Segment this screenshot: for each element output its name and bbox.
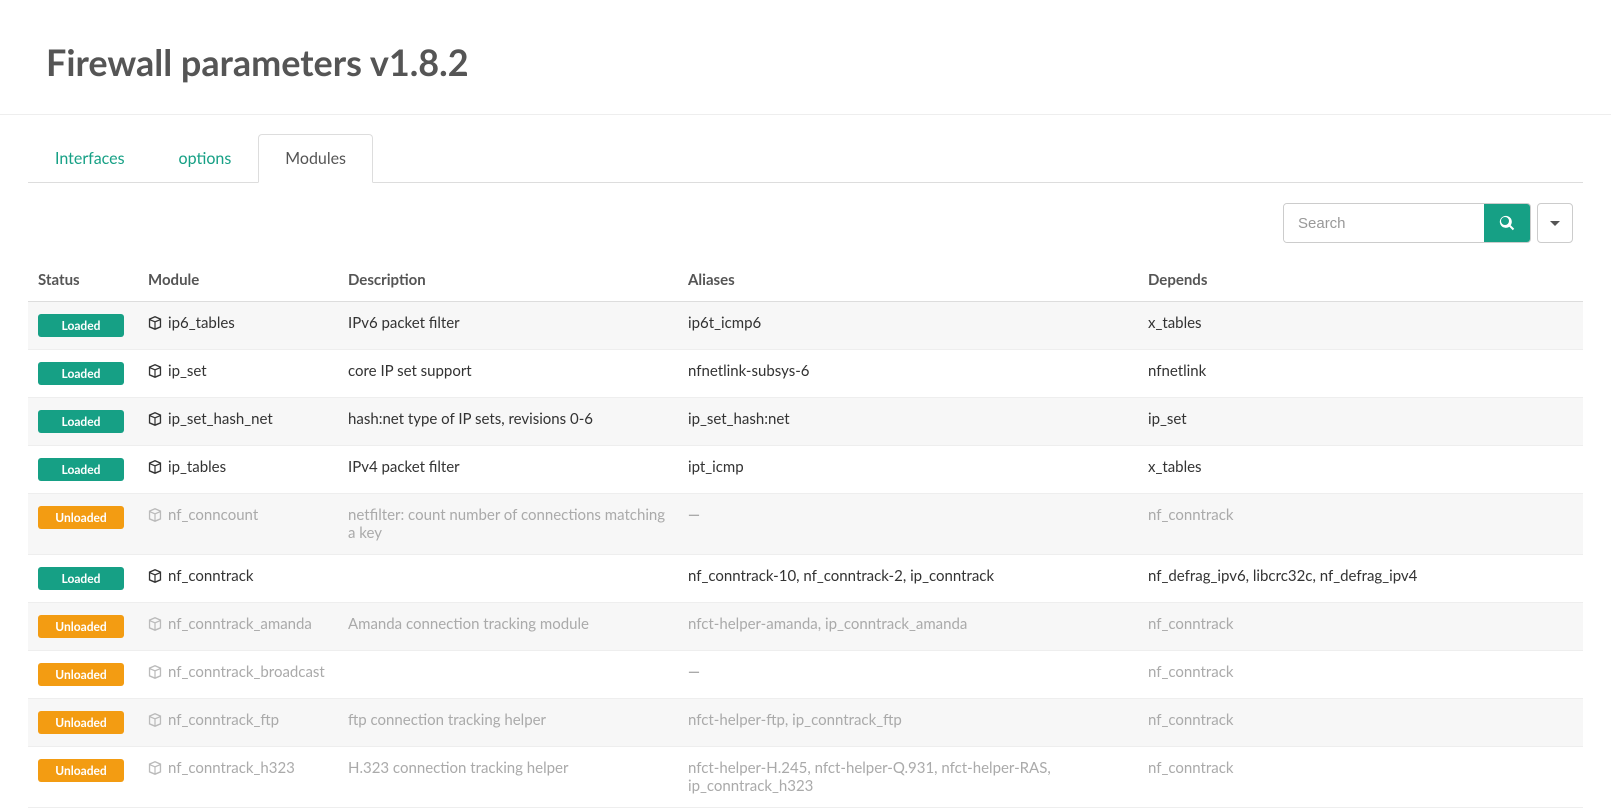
module-aliases: nf_conntrack-10, nf_conntrack-2, ip_conn… [678, 555, 1138, 603]
col-depends[interactable]: Depends [1138, 259, 1583, 302]
module-depends: nf_conntrack [1138, 651, 1583, 699]
module-name: ip_tables [168, 458, 226, 476]
module-depends: nf_defrag_ipv6, libcrc32c, nf_defrag_ipv… [1138, 555, 1583, 603]
search-icon [1499, 215, 1515, 231]
module-depends: x_tables [1138, 446, 1583, 494]
module-description: hash:net type of IP sets, revisions 0-6 [338, 398, 678, 446]
module-name: nf_conntrack_h323 [168, 759, 295, 777]
module-name: nf_conntrack_broadcast [168, 663, 325, 681]
status-badge: Loaded [38, 458, 124, 481]
tab-interfaces[interactable]: Interfaces [28, 134, 152, 183]
tab-modules[interactable]: Modules [258, 134, 373, 183]
table-header-row: Status Module Description Aliases Depend… [28, 259, 1583, 302]
module-aliases: — [678, 494, 1138, 555]
package-icon [148, 665, 162, 679]
package-icon [148, 617, 162, 631]
module-description [338, 555, 678, 603]
col-status[interactable]: Status [28, 259, 138, 302]
tab-options[interactable]: options [152, 134, 259, 183]
status-badge: Unloaded [38, 711, 124, 734]
module-depends: nf_conntrack [1138, 699, 1583, 747]
package-icon [148, 508, 162, 522]
module-description: core IP set support [338, 350, 678, 398]
table-row[interactable]: Loaded nf_conntrack nf_conntrack-10, nf_co… [28, 555, 1583, 603]
status-badge: Loaded [38, 410, 124, 433]
module-name: nf_conncount [168, 506, 258, 524]
table-row[interactable]: Loaded ip6_tables IPv6 packet filterip6t_i… [28, 302, 1583, 350]
module-description: IPv4 packet filter [338, 446, 678, 494]
module-name: ip_set_hash_net [168, 410, 273, 428]
status-badge: Unloaded [38, 506, 124, 529]
table-row[interactable]: Unloaded nf_conntrack_amanda Amanda connec… [28, 603, 1583, 651]
package-icon [148, 412, 162, 426]
status-badge: Loaded [38, 314, 124, 337]
status-badge: Loaded [38, 362, 124, 385]
page-header: Firewall parameters v1.8.2 [0, 0, 1611, 115]
module-aliases: ipt_icmp [678, 446, 1138, 494]
module-depends: nfnetlink [1138, 350, 1583, 398]
package-icon [148, 761, 162, 775]
modules-table: Status Module Description Aliases Depend… [28, 259, 1583, 808]
module-description: netfilter: count number of connections m… [338, 494, 678, 555]
module-name: nf_conntrack_amanda [168, 615, 312, 633]
search-button[interactable] [1484, 204, 1530, 242]
package-icon [148, 364, 162, 378]
module-aliases: nfnetlink-subsys-6 [678, 350, 1138, 398]
table-row[interactable]: Unloaded nf_conntrack_h323 H.323 connectio… [28, 747, 1583, 808]
module-name: nf_conntrack_ftp [168, 711, 279, 729]
table-row[interactable]: Unloaded nf_conntrack_ftp ftp connection t… [28, 699, 1583, 747]
module-description: H.323 connection tracking helper [338, 747, 678, 808]
module-depends: x_tables [1138, 302, 1583, 350]
module-description: IPv6 packet filter [338, 302, 678, 350]
package-icon [148, 713, 162, 727]
module-aliases: ip_set_hash:net [678, 398, 1138, 446]
module-description: Amanda connection tracking module [338, 603, 678, 651]
module-aliases: nfct-helper-amanda, ip_conntrack_amanda [678, 603, 1138, 651]
module-depends: nf_conntrack [1138, 603, 1583, 651]
module-name: nf_conntrack [168, 567, 254, 585]
package-icon [148, 460, 162, 474]
status-badge: Unloaded [38, 663, 124, 686]
status-badge: Unloaded [38, 759, 124, 782]
module-aliases: ip6t_icmp6 [678, 302, 1138, 350]
module-name: ip_set [168, 362, 207, 380]
status-badge: Loaded [38, 567, 124, 590]
col-module[interactable]: Module [138, 259, 338, 302]
search-options-dropdown[interactable] [1537, 203, 1573, 243]
package-icon [148, 569, 162, 583]
module-depends: nf_conntrack [1138, 747, 1583, 808]
page-title: Firewall parameters v1.8.2 [46, 40, 1565, 84]
package-icon [148, 316, 162, 330]
table-row[interactable]: Loaded ip_set_hash_net hash:net type of IP… [28, 398, 1583, 446]
module-description: ftp connection tracking helper [338, 699, 678, 747]
search-group [1283, 203, 1531, 243]
module-description [338, 651, 678, 699]
col-aliases[interactable]: Aliases [678, 259, 1138, 302]
module-depends: ip_set [1138, 398, 1583, 446]
module-aliases: nfct-helper-H.245, nfct-helper-Q.931, nf… [678, 747, 1138, 808]
tabs: InterfacesoptionsModules [28, 133, 1583, 183]
table-row[interactable]: Loadedip_setcore IP set supportnfnetlink… [28, 350, 1583, 398]
col-description[interactable]: Description [338, 259, 678, 302]
module-depends: nf_conntrack [1138, 494, 1583, 555]
table-row[interactable]: Unloaded nf_conncount netfilter: count num… [28, 494, 1583, 555]
module-aliases: nfct-helper-ftp, ip_conntrack_ftp [678, 699, 1138, 747]
search-input[interactable] [1284, 204, 1484, 242]
module-aliases: — [678, 651, 1138, 699]
table-row[interactable]: Loaded ip_tables IPv4 packet filteript_icm… [28, 446, 1583, 494]
status-badge: Unloaded [38, 615, 124, 638]
toolbar [28, 183, 1583, 259]
table-row[interactable]: Unloaded nf_conntrack_broadcast —nf_conntr… [28, 651, 1583, 699]
module-name: ip6_tables [168, 314, 235, 332]
